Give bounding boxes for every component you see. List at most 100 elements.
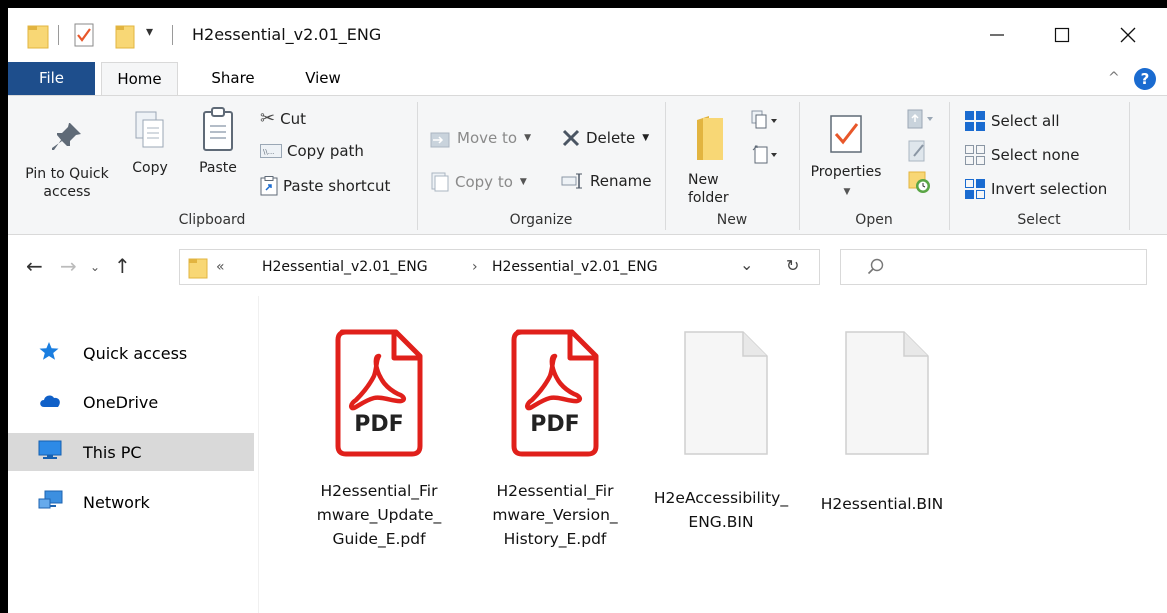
customize-toolbar-dropdown[interactable]: ▾ — [146, 24, 153, 40]
easy-access-icon — [752, 145, 777, 164]
recent-locations-icon[interactable]: ⌄ — [90, 260, 100, 274]
chevron-down-icon: ▼ — [843, 187, 851, 197]
back-arrow-icon[interactable]: ← — [26, 254, 43, 278]
folder-icon — [697, 116, 723, 160]
properties-button[interactable]: Properties ▼ — [808, 114, 884, 201]
clipboard-group-label: Clipboard — [178, 212, 246, 228]
copy-path-icon: \\... — [260, 144, 282, 158]
help-icon[interactable]: ? — [1134, 68, 1156, 90]
explorer-window: ▾ H2essential_v2.01_ENG File Home Share … — [8, 8, 1167, 613]
cut-button[interactable]: ✂ Cut — [260, 108, 306, 129]
chevron-down-icon: ▼ — [642, 133, 650, 143]
scissors-icon: ✂ — [260, 108, 276, 129]
open-button — [906, 108, 936, 134]
pdf-badge: PDF — [354, 412, 404, 437]
file-name: H2essential_Fir mware_Version_ History_E… — [492, 482, 618, 548]
folder-icon — [188, 257, 208, 283]
nav-item-network[interactable]: Network — [8, 483, 254, 521]
group-divider — [1129, 102, 1130, 230]
maximize-button[interactable] — [1039, 8, 1085, 62]
new-group-label: New — [716, 212, 748, 228]
blank-file-icon — [802, 328, 962, 458]
pdf-badge: PDF — [530, 412, 580, 437]
breadcrumb-item[interactable]: H2essential_v2.01_ENG — [492, 259, 658, 275]
star-icon — [38, 341, 60, 365]
select-none-button[interactable]: Select none — [964, 144, 1079, 166]
navigation-pane: Quick access OneDrive This PC Network — [8, 296, 258, 613]
address-bar[interactable]: « H2essential_v2.01_ENG › H2essential_v2… — [179, 249, 820, 285]
delete-button[interactable]: Delete ▼ — [561, 128, 649, 148]
open-group-label: Open — [855, 212, 893, 228]
invert-selection-label: Invert selection — [991, 180, 1108, 198]
nav-item-label: OneDrive — [83, 392, 159, 412]
ribbon-tabs: File Home Share View ^ ? — [8, 62, 1167, 96]
delete-icon — [562, 129, 580, 147]
blank-file-icon — [641, 328, 801, 458]
search-icon — [867, 258, 885, 280]
move-to-button[interactable]: Move to ▼ — [430, 128, 531, 148]
nav-item-label: Quick access — [83, 343, 188, 363]
open-icon — [907, 109, 933, 129]
new-item-icon — [751, 110, 777, 129]
open-group: Properties ▼ Open — [800, 96, 948, 234]
tab-share[interactable]: Share — [198, 62, 268, 95]
organize-group: Move to ▼ Copy to ▼ Delete ▼ Rename Organiz… — [418, 96, 664, 234]
edit-icon — [908, 140, 925, 162]
refresh-icon[interactable]: ↻ — [786, 256, 799, 275]
breadcrumb-overflow[interactable]: « — [216, 259, 225, 275]
new-item-button[interactable] — [750, 110, 780, 138]
breadcrumb-separator[interactable]: › — [472, 259, 478, 275]
title-bar: ▾ H2essential_v2.01_ENG — [8, 8, 1167, 62]
copy-button[interactable]: Copy — [125, 110, 175, 177]
tab-home[interactable]: Home — [101, 62, 178, 96]
move-to-label: Move to — [457, 129, 518, 147]
new-group: New folder New — [666, 96, 798, 234]
up-arrow-icon[interactable]: ↑ — [114, 254, 131, 278]
pin-icon — [52, 123, 81, 150]
paste-icon — [203, 107, 233, 151]
pin-label: Pin to Quick access — [25, 166, 109, 200]
properties-label: Properties — [810, 164, 882, 180]
pin-to-quick-access-button[interactable]: Pin to Quick access — [18, 120, 116, 201]
address-dropdown-icon[interactable]: ⌄ — [740, 255, 753, 274]
paste-shortcut-label: Paste shortcut — [283, 177, 391, 195]
new-folder-label: New folder — [688, 172, 729, 206]
file-name: H2essential.BIN — [820, 495, 944, 513]
easy-access-button[interactable] — [750, 144, 780, 172]
breadcrumb-item[interactable]: H2essential_v2.01_ENG — [262, 259, 428, 275]
select-none-icon — [965, 145, 985, 165]
ribbon: Pin to Quick access Copy Paste ✂ Cut \\.… — [8, 95, 1167, 235]
rename-label: Rename — [590, 172, 652, 190]
paste-button[interactable]: Paste — [193, 106, 243, 177]
new-folder-button[interactable]: New folder — [688, 114, 732, 207]
nav-item-onedrive[interactable]: OneDrive — [8, 383, 254, 421]
history-button[interactable] — [908, 170, 932, 198]
paste-shortcut-button[interactable]: Paste shortcut — [260, 176, 390, 196]
properties-check-icon[interactable] — [74, 23, 94, 51]
nav-item-this-pc[interactable]: This PC — [8, 433, 254, 471]
file-name: H2eAccessibility_ ENG.BIN — [653, 489, 789, 531]
rename-button[interactable]: Rename — [561, 172, 652, 190]
copy-to-label: Copy to — [455, 173, 513, 191]
delete-label: Delete — [586, 129, 636, 147]
close-button[interactable] — [1105, 8, 1151, 62]
edit-button — [908, 140, 928, 166]
invert-selection-button[interactable]: Invert selection — [964, 178, 1107, 200]
nav-item-quick-access[interactable]: Quick access — [8, 334, 254, 372]
chevron-down-icon: ▼ — [519, 177, 527, 187]
folder-icon[interactable] — [27, 23, 49, 53]
search-box[interactable] — [840, 249, 1147, 285]
minimize-button[interactable] — [974, 8, 1020, 62]
pdf-file-icon — [299, 328, 459, 458]
collapse-ribbon-button[interactable]: ^ — [1108, 70, 1120, 86]
copy-to-button[interactable]: Copy to ▼ — [430, 172, 527, 192]
copy-path-button[interactable]: \\... Copy path — [260, 142, 364, 160]
select-all-button[interactable]: Select all — [964, 110, 1060, 132]
new-folder-icon[interactable] — [115, 23, 135, 53]
tab-view[interactable]: View — [291, 62, 355, 95]
window-title: H2essential_v2.01_ENG — [192, 25, 382, 44]
select-none-label: Select none — [991, 146, 1080, 164]
move-to-icon — [430, 132, 450, 148]
forward-arrow-icon[interactable]: → — [60, 254, 77, 278]
tab-file[interactable]: File — [8, 62, 95, 95]
